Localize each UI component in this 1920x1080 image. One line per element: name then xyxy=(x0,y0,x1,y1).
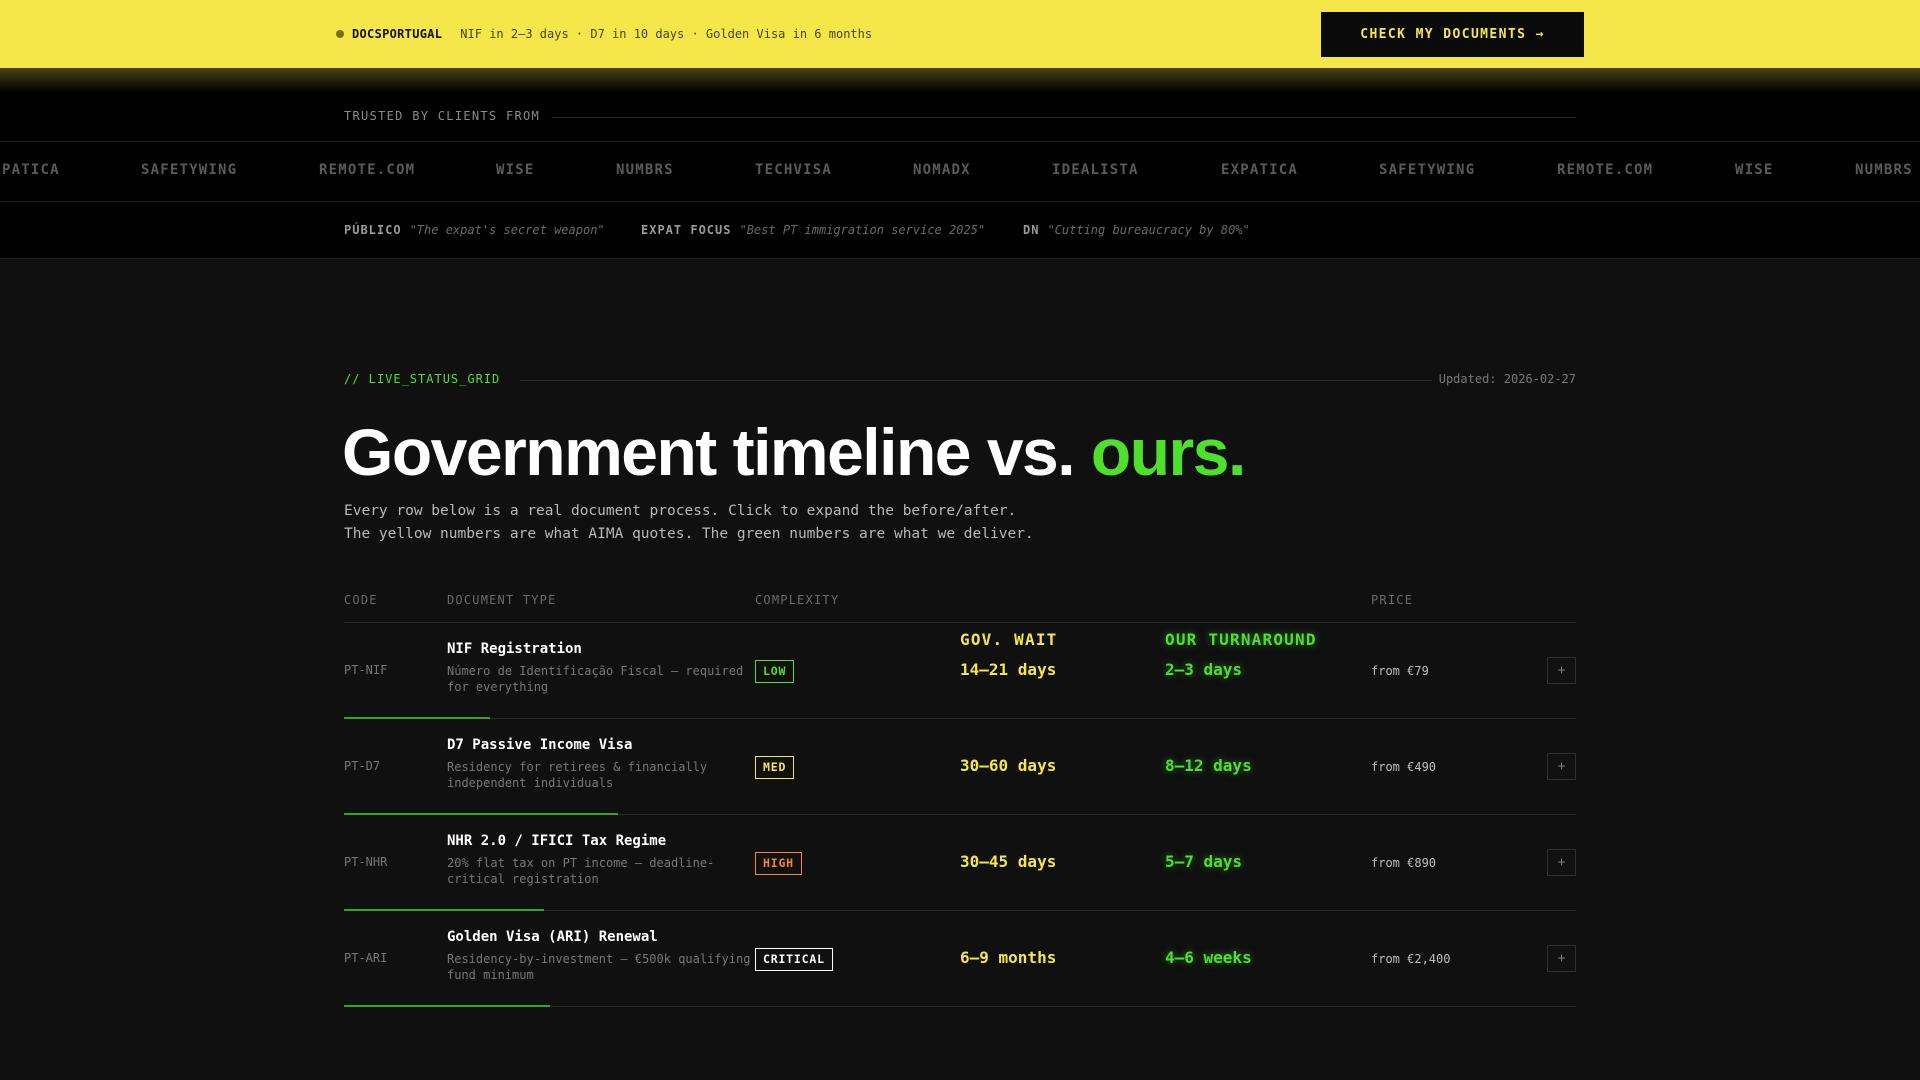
price-value: from €490 xyxy=(1371,760,1437,774)
document-name: Golden Visa (ARI) Renewal xyxy=(447,929,658,945)
trusted-label: TRUSTED BY CLIENTS FROM xyxy=(344,109,541,123)
document-description: Número de Identificação Fiscal — require… xyxy=(447,664,744,694)
press-quote: "Best PT immigration service 2025" xyxy=(739,223,986,237)
headline-main: Government timeline vs. xyxy=(342,415,1091,489)
row-document: D7 Passive Income Visa Residency for ret… xyxy=(447,737,757,791)
press-source: EXPAT FOCUS xyxy=(641,223,732,237)
expand-row-button[interactable]: + xyxy=(1547,945,1576,972)
press-source: DN xyxy=(1023,223,1040,237)
press-item: PÚBLICO "The expat's secret weapon" xyxy=(344,223,605,237)
client-logo: NUMBRS xyxy=(616,162,674,178)
page-title: Government timeline vs. ours. xyxy=(342,414,1246,490)
client-logo: NOMADX xyxy=(913,162,971,178)
expand-row-button[interactable]: + xyxy=(1547,657,1576,684)
complexity-badge: LOW xyxy=(755,660,795,683)
divider xyxy=(552,117,1576,118)
row-complexity: LOW xyxy=(755,660,795,683)
press-quote: "Cutting bureaucracy by 80%" xyxy=(1047,223,1250,237)
press-item: EXPAT FOCUS "Best PT immigration service … xyxy=(641,223,985,237)
client-logo: REMOTE.COM xyxy=(1557,162,1654,178)
document-name: D7 Passive Income Visa xyxy=(447,737,633,753)
client-logo: TECHVISA xyxy=(755,162,833,178)
row-progress-bar xyxy=(344,1005,550,1007)
complexity-badge: CRITICAL xyxy=(755,948,833,971)
row-document: NIF Registration Número de Identificação… xyxy=(447,641,757,695)
client-logo: PATICA xyxy=(2,162,60,178)
row-document: Golden Visa (ARI) Renewal Residency-by-i… xyxy=(447,929,757,983)
description-line: The yellow numbers are what AIMA quotes.… xyxy=(344,526,1034,542)
our-turnaround-value: 4–6 weeks xyxy=(1165,948,1252,967)
expand-row-button[interactable]: + xyxy=(1547,753,1576,780)
section-description: Every row below is a real document proce… xyxy=(344,500,1034,546)
press-quote: "The expat's secret weapon" xyxy=(409,223,605,237)
document-description: Residency for retirees & financially ind… xyxy=(447,760,708,790)
logo-marquee: PATICA SAFETYWING REMOTE.COM WISE NUMBRS TECH… xyxy=(0,142,1920,202)
table-row[interactable]: PT-NIF NIF Registration Número de Identi… xyxy=(344,623,1576,719)
client-logo: WISE xyxy=(496,162,535,178)
row-complexity: CRITICAL xyxy=(755,948,833,971)
table-row[interactable]: PT-NHR NHR 2.0 / IFICI Tax Regime 20% fl… xyxy=(344,815,1576,911)
gov-wait-value: 14–21 days xyxy=(960,660,1057,679)
status-dot-icon xyxy=(336,30,344,38)
updated-timestamp: Updated: 2026-02-27 xyxy=(1438,372,1576,386)
client-logo: SAFETYWING xyxy=(141,162,238,178)
gov-wait-value: 30–60 days xyxy=(960,756,1057,775)
document-description: Residency-by-investment — €500k qualifyi… xyxy=(447,952,751,982)
brand-name: DOCSPORTUGAL xyxy=(352,27,443,41)
press-bar: PÚBLICO "The expat's secret weapon" EXPAT… xyxy=(0,202,1920,259)
column-header-document: DOCUMENT TYPE xyxy=(447,593,557,607)
our-turnaround-value: 2–3 days xyxy=(1165,660,1243,679)
row-code: PT-ARI xyxy=(344,951,388,965)
gov-wait-value: 30–45 days xyxy=(960,852,1057,871)
trusted-bar: TRUSTED BY CLIENTS FROM xyxy=(0,92,1920,142)
description-line: Every row below is a real document proce… xyxy=(344,503,1017,519)
row-complexity: MED xyxy=(755,756,795,779)
column-header-code: CODE xyxy=(344,593,378,607)
divider xyxy=(520,380,1432,381)
document-name: NIF Registration xyxy=(447,641,582,657)
row-complexity: HIGH xyxy=(755,852,802,875)
expand-row-button[interactable]: + xyxy=(1547,849,1576,876)
press-source: PÚBLICO xyxy=(344,223,402,237)
row-code: PT-NHR xyxy=(344,855,388,869)
table-header: CODE DOCUMENT TYPE COMPLEXITY GOV. WAIT … xyxy=(344,593,1576,649)
client-logo: IDEALISTA xyxy=(1052,162,1139,178)
row-document: NHR 2.0 / IFICI Tax Regime 20% flat tax … xyxy=(447,833,757,887)
client-logo: WISE xyxy=(1735,162,1774,178)
complexity-badge: MED xyxy=(755,756,795,779)
our-turnaround-value: 5–7 days xyxy=(1165,852,1243,871)
headline-accent: ours. xyxy=(1090,415,1246,489)
gov-wait-value: 6–9 months xyxy=(960,948,1057,967)
row-code: PT-NIF xyxy=(344,663,388,677)
table-row[interactable]: PT-D7 D7 Passive Income Visa Residency f… xyxy=(344,719,1576,815)
document-description: 20% flat tax on PT income — deadline-cri… xyxy=(447,856,715,886)
banner-tagline: NIF in 2–3 days · D7 in 10 days · Golden… xyxy=(460,27,873,41)
section-kicker: // LIVE_STATUS_GRID xyxy=(344,372,501,386)
client-logo: SAFETYWING xyxy=(1379,162,1476,178)
price-value: from €2,400 xyxy=(1371,952,1451,966)
price-value: from €890 xyxy=(1371,856,1437,870)
complexity-badge: HIGH xyxy=(755,852,802,875)
column-header-price: PRICE xyxy=(1371,593,1414,607)
brand[interactable]: DOCSPORTUGAL NIF in 2–3 days · D7 in 10 … xyxy=(336,0,872,68)
banner-glow xyxy=(0,68,1920,92)
our-turnaround-value: 8–12 days xyxy=(1165,756,1252,775)
table-row[interactable]: PT-ARI Golden Visa (ARI) Renewal Residen… xyxy=(344,911,1576,1007)
press-item: DN "Cutting bureaucracy by 80%" xyxy=(1023,223,1250,237)
client-logo: EXPATICA xyxy=(1221,162,1299,178)
price-value: from €79 xyxy=(1371,664,1429,678)
client-logo: REMOTE.COM xyxy=(319,162,416,178)
top-banner: DOCSPORTUGAL NIF in 2–3 days · D7 in 10 … xyxy=(0,0,1920,68)
row-code: PT-D7 xyxy=(344,759,381,773)
check-documents-button[interactable]: CHECK MY DOCUMENTS → xyxy=(1321,12,1584,57)
column-header-complexity: COMPLEXITY xyxy=(755,593,840,607)
document-name: NHR 2.0 / IFICI Tax Regime xyxy=(447,833,667,849)
client-logo: NUMBRS xyxy=(1855,162,1913,178)
